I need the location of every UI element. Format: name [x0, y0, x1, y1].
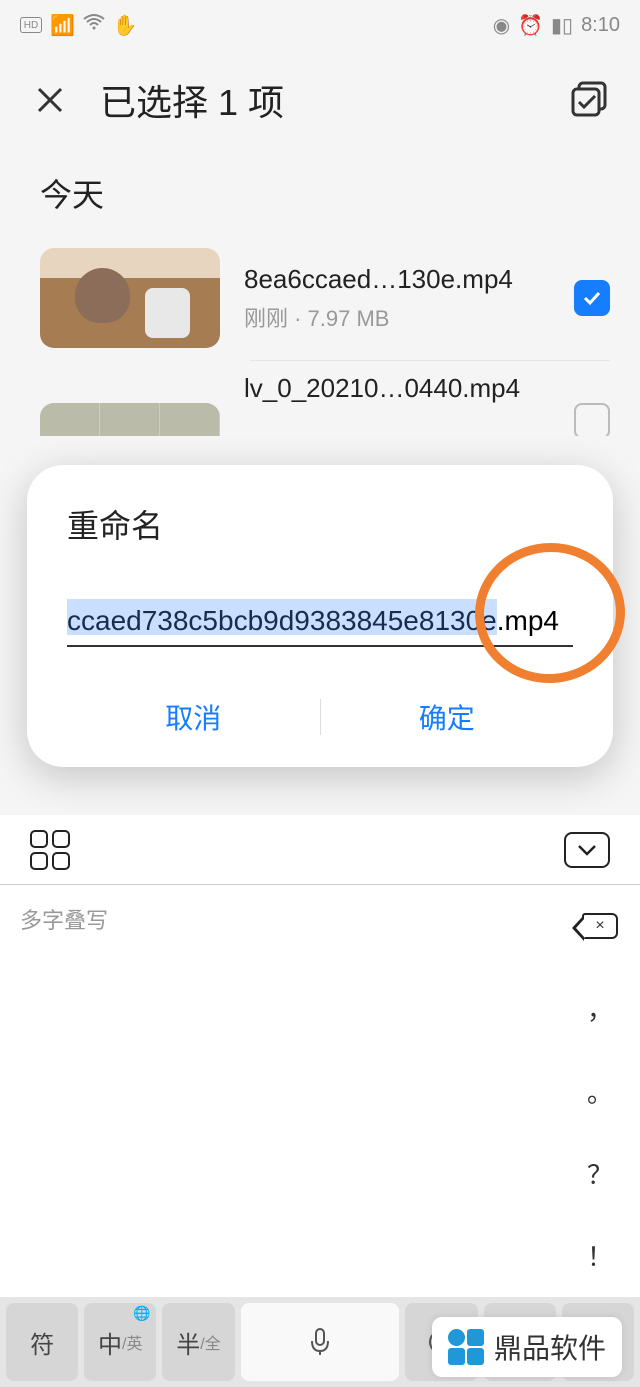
hand-icon: ✋ [113, 13, 138, 38]
file-checkbox[interactable] [574, 403, 610, 436]
eye-icon: ◉ [493, 13, 510, 38]
watermark: 鼎品软件 [432, 1317, 622, 1377]
close-icon[interactable] [30, 80, 70, 120]
handwriting-area[interactable]: 多字叠写 [0, 885, 560, 1297]
handwriting-hint: 多字叠写 [20, 903, 108, 935]
confirm-button[interactable]: 确定 [321, 697, 574, 737]
status-bar: HD 📶 ✋ ◉ ⏰ ▮▯ 8:10 [0, 0, 640, 50]
video-thumbnail [40, 403, 220, 436]
dialog-title: 重命名 [67, 501, 573, 547]
cancel-button[interactable]: 取消 [67, 697, 320, 737]
dialog-actions: 取消 确定 [67, 687, 573, 747]
video-thumbnail [40, 248, 220, 348]
file-row[interactable]: 8ea6ccaed…130e.mp4 刚刚 · 7.97 MB [0, 236, 640, 360]
lang-key[interactable]: 🌐中/英 [84, 1303, 156, 1381]
watermark-logo-icon [448, 1329, 484, 1365]
mic-icon [308, 1327, 332, 1357]
status-left: HD 📶 ✋ [20, 13, 138, 38]
punct-key[interactable]: ， [560, 967, 640, 1049]
rename-dialog: 重命名 取消 确定 [27, 465, 613, 767]
watermark-text: 鼎品软件 [494, 1327, 606, 1367]
select-all-icon[interactable] [570, 80, 610, 120]
file-info: 8ea6ccaed…130e.mp4 刚刚 · 7.97 MB [244, 264, 550, 333]
file-checkbox[interactable] [574, 280, 610, 316]
status-right: ◉ ⏰ ▮▯ 8:10 [493, 13, 620, 38]
file-meta: 刚刚 · 7.97 MB [244, 301, 550, 333]
keyboard-apps-icon[interactable] [30, 830, 70, 870]
backspace-icon: × [582, 913, 618, 939]
keyboard-toolbar [0, 815, 640, 885]
rename-input[interactable] [67, 597, 573, 647]
symbol-key[interactable]: 符 [6, 1303, 78, 1381]
header-title: 已选择 1 项 [100, 74, 540, 126]
alarm-icon: ⏰ [518, 13, 543, 38]
file-info: lv_0_20210…0440.mp4 [244, 373, 550, 410]
time-label: 8:10 [581, 14, 620, 37]
keyboard-collapse-icon[interactable] [564, 832, 610, 868]
hd-icon: HD [20, 17, 42, 33]
file-name: 8ea6ccaed…130e.mp4 [244, 264, 550, 295]
battery-icon: ▮▯ [551, 13, 573, 38]
selection-header: 已选择 1 项 [0, 50, 640, 150]
voice-key[interactable] [241, 1303, 400, 1381]
backspace-key[interactable]: × [560, 885, 640, 967]
file-row[interactable]: lv_0_20210…0440.mp4 [0, 361, 640, 436]
keyboard: 多字叠写 × ， 。 ？ ！ 符 🌐中/英 半/全 123 换行 [0, 815, 640, 1387]
keyboard-body: 多字叠写 × ， 。 ？ ！ [0, 885, 640, 1297]
signal-icon: 📶 [50, 13, 75, 38]
file-name: lv_0_20210…0440.mp4 [244, 373, 550, 404]
section-today: 今天 [0, 150, 640, 236]
punct-key[interactable]: 。 [560, 1050, 640, 1132]
punct-key[interactable]: ？ [560, 1132, 640, 1214]
dialog-input-wrap [67, 597, 573, 647]
keyboard-sidebar: × ， 。 ？ ！ [560, 885, 640, 1297]
punct-key[interactable]: ！ [560, 1215, 640, 1297]
wifi-icon [83, 13, 105, 37]
width-key[interactable]: 半/全 [162, 1303, 234, 1381]
